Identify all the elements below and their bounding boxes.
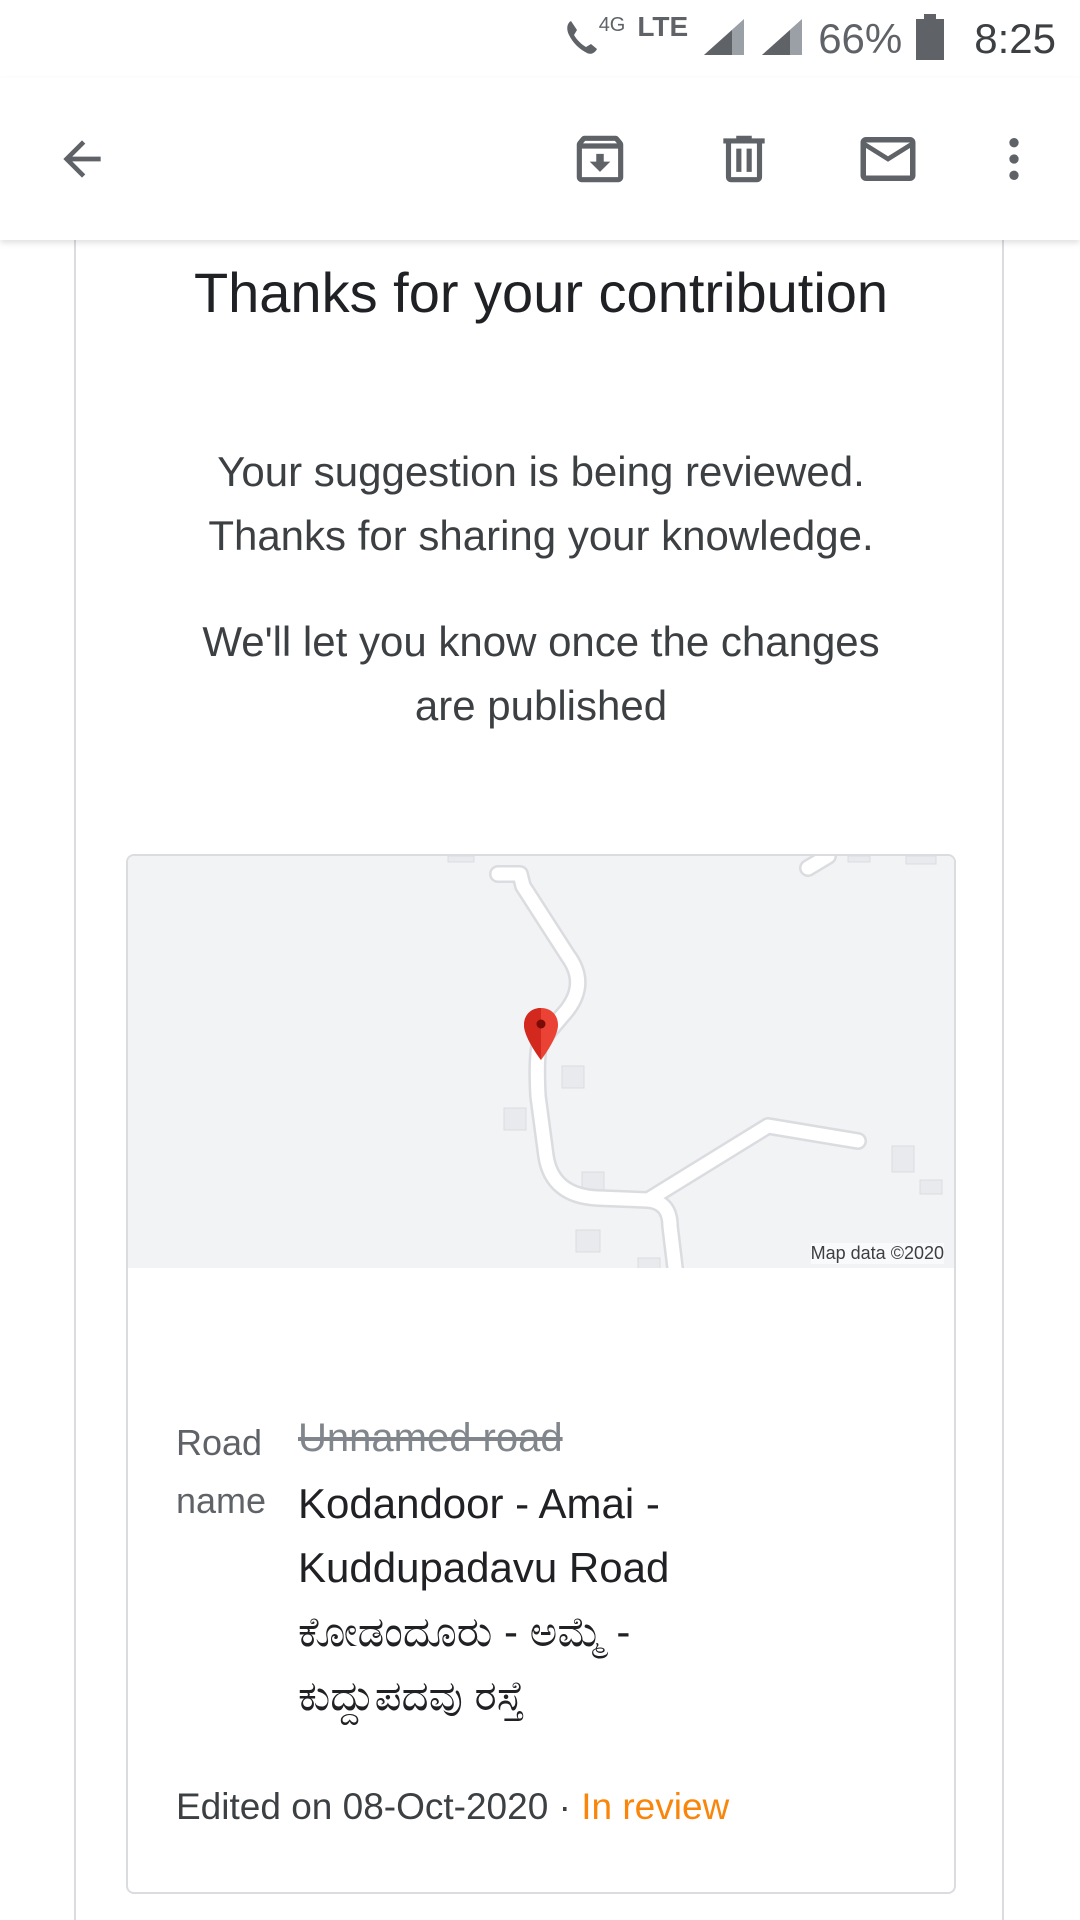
call-network-label: 4G [598,13,626,36]
status-bar: 4G LTE 66% 8:25 [0,0,1080,78]
email-frame: Thanks for your contribution Your sugges… [74,240,1004,1920]
battery-icon [916,13,945,65]
review-message-line-2: Thanks for sharing your knowledge. [208,512,874,559]
new-road-name-line-2: Kuddupadavu Road [298,1544,670,1591]
wifi-calling-icon [563,15,603,64]
review-message: Your suggestion is being reviewed. Thank… [176,440,906,568]
road-name-label-line-1: Road [176,1422,263,1463]
email-body[interactable]: Thanks for your contribution Your sugges… [0,240,1080,1920]
map-roads [128,856,954,1285]
arrow-left-icon [63,140,101,178]
new-road-name-line-4: ಕುದ್ದುಪದವು ರಸ್ತೆ [298,1672,525,1719]
back-button[interactable] [46,123,118,195]
new-road-name-line-1: Kodandoor - Amai - [298,1480,660,1527]
mail-icon [860,137,916,181]
map-preview[interactable]: Map data ©2020 [128,856,954,1285]
review-status-badge: In review [581,1786,730,1827]
publish-message-line-2: are published [414,682,668,729]
signal-icon [702,17,746,62]
new-road-name: Kodandoor - Amai - Kuddupadavu Road ಕೋಡಂ… [298,1472,858,1728]
map-attribution: Map data ©2020 [810,1243,944,1264]
old-road-name: Unnamed road [298,1416,563,1460]
battery-percent: 66% [818,15,903,62]
delete-button[interactable] [708,123,780,195]
trash-icon [723,135,765,183]
more-vert-icon [1009,138,1019,180]
more-options-button[interactable] [978,123,1050,195]
archive-icon [576,135,624,183]
edited-status-line: Edited on 08-Oct-2020 · In review [176,1786,729,1828]
contribution-card: Map data ©2020 Road name Unnamed road Ko… [126,854,956,1894]
publish-message-line-1: We'll let you know once the changes [202,618,880,665]
map-pin-icon [524,1008,558,1060]
publish-message: We'll let you know once the changes are … [176,610,906,738]
email-headline: Thanks for your contribution [193,261,889,324]
clock: 8:25 [974,15,1056,62]
road-name-label: Road name [176,1414,286,1530]
archive-button[interactable] [564,123,636,195]
review-message-line-1: Your suggestion is being reviewed. [217,448,865,495]
email-toolbar [0,78,1080,240]
network-type-label: LTE [637,11,689,42]
new-road-name-line-3: ಕೋಡಂದೂರು - ಅಮ್ಮೆ - [298,1608,631,1655]
status-icons: 4G LTE 66% 8:25 [549,0,1056,78]
signal-icon-2 [760,17,804,62]
road-name-label-line-2: name [176,1480,267,1521]
edited-date: Edited on 08-Oct-2020 · [176,1786,582,1827]
mark-unread-button[interactable] [852,123,924,195]
